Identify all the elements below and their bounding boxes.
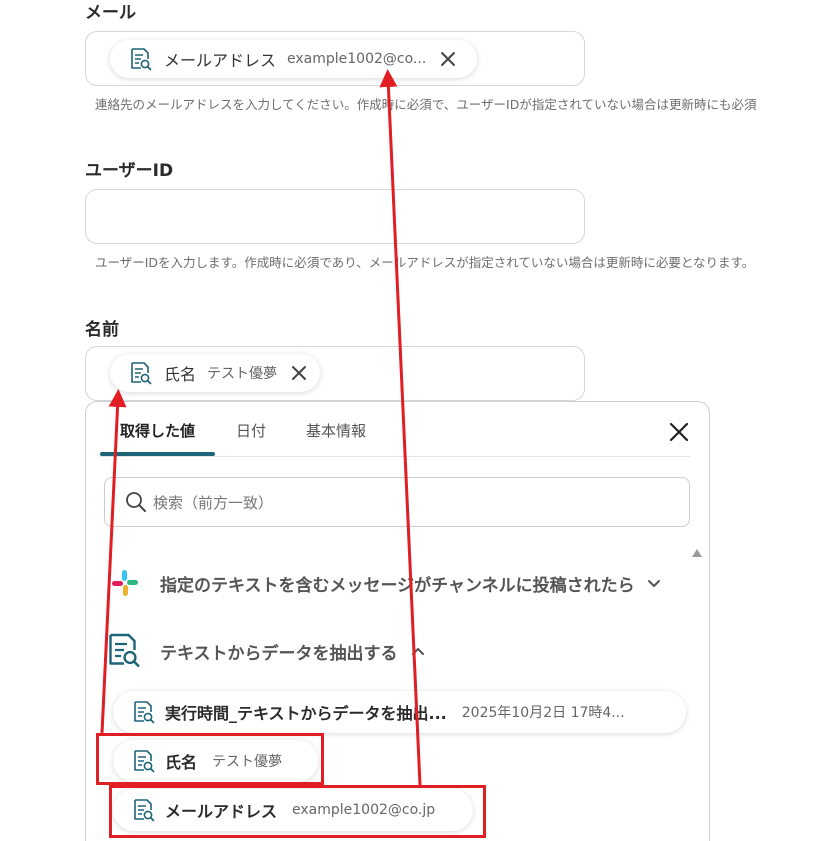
user-id-field-label: ユーザーID [85,161,174,181]
tab-date[interactable]: 日付 [236,420,266,441]
highlight-box-email [109,785,486,838]
remove-chip-icon[interactable] [289,363,309,383]
group-title-extract-data[interactable]: テキストからデータを抽出する [160,639,398,664]
highlight-box-full-name [96,733,324,785]
tab-acquired-values[interactable]: 取得した値 [120,420,195,441]
search-placeholder: 検索（前方一致） [153,493,274,512]
document-search-icon [133,700,155,724]
mail-value-chip[interactable]: メールアドレス example1002@co... [110,40,477,78]
name-field-label: 名前 [85,320,119,340]
close-icon[interactable] [667,420,691,444]
user-id-field-hint: ユーザーIDを入力します。作成時に必須であり、メールアドレスが指定されていない場… [95,255,755,270]
document-search-icon [107,632,141,668]
slack-icon [112,570,138,596]
search-input[interactable]: 検索（前方一致） [104,477,690,527]
result-item-execution-time[interactable]: 実行時間_テキストからデータを抽出... 2025年10月2日 17時4... [113,691,686,733]
document-search-icon [130,47,152,71]
chip-name: 氏名 [164,365,197,384]
search-icon [126,492,146,512]
remove-chip-icon[interactable] [438,49,458,69]
chip-value: テスト優夢 [207,366,278,382]
mail-field-hint: 連絡先のメールアドレスを入力してください。作成時に必須で、ユーザーIDが指定され… [95,97,757,112]
chevron-down-icon[interactable] [646,576,662,592]
name-value-chip[interactable]: 氏名 テスト優夢 [110,354,320,392]
tab-divider [100,456,690,457]
result-value: 2025年10月2日 17時4... [461,705,625,721]
document-search-icon [130,361,152,385]
group-title-slack-trigger[interactable]: 指定のテキストを含むメッセージがチャンネルに投稿されたら [160,571,635,596]
chip-name: メールアドレス [164,51,277,70]
mail-field-label: メール [85,3,136,23]
tab-basic-info[interactable]: 基本情報 [306,420,366,441]
scroll-up-arrow-icon[interactable] [692,549,702,557]
chip-value: example1002@co... [287,51,427,67]
chevron-up-icon[interactable] [410,643,426,659]
user-id-input[interactable] [85,189,585,244]
result-name: 実行時間_テキストからデータを抽出... [165,704,447,723]
